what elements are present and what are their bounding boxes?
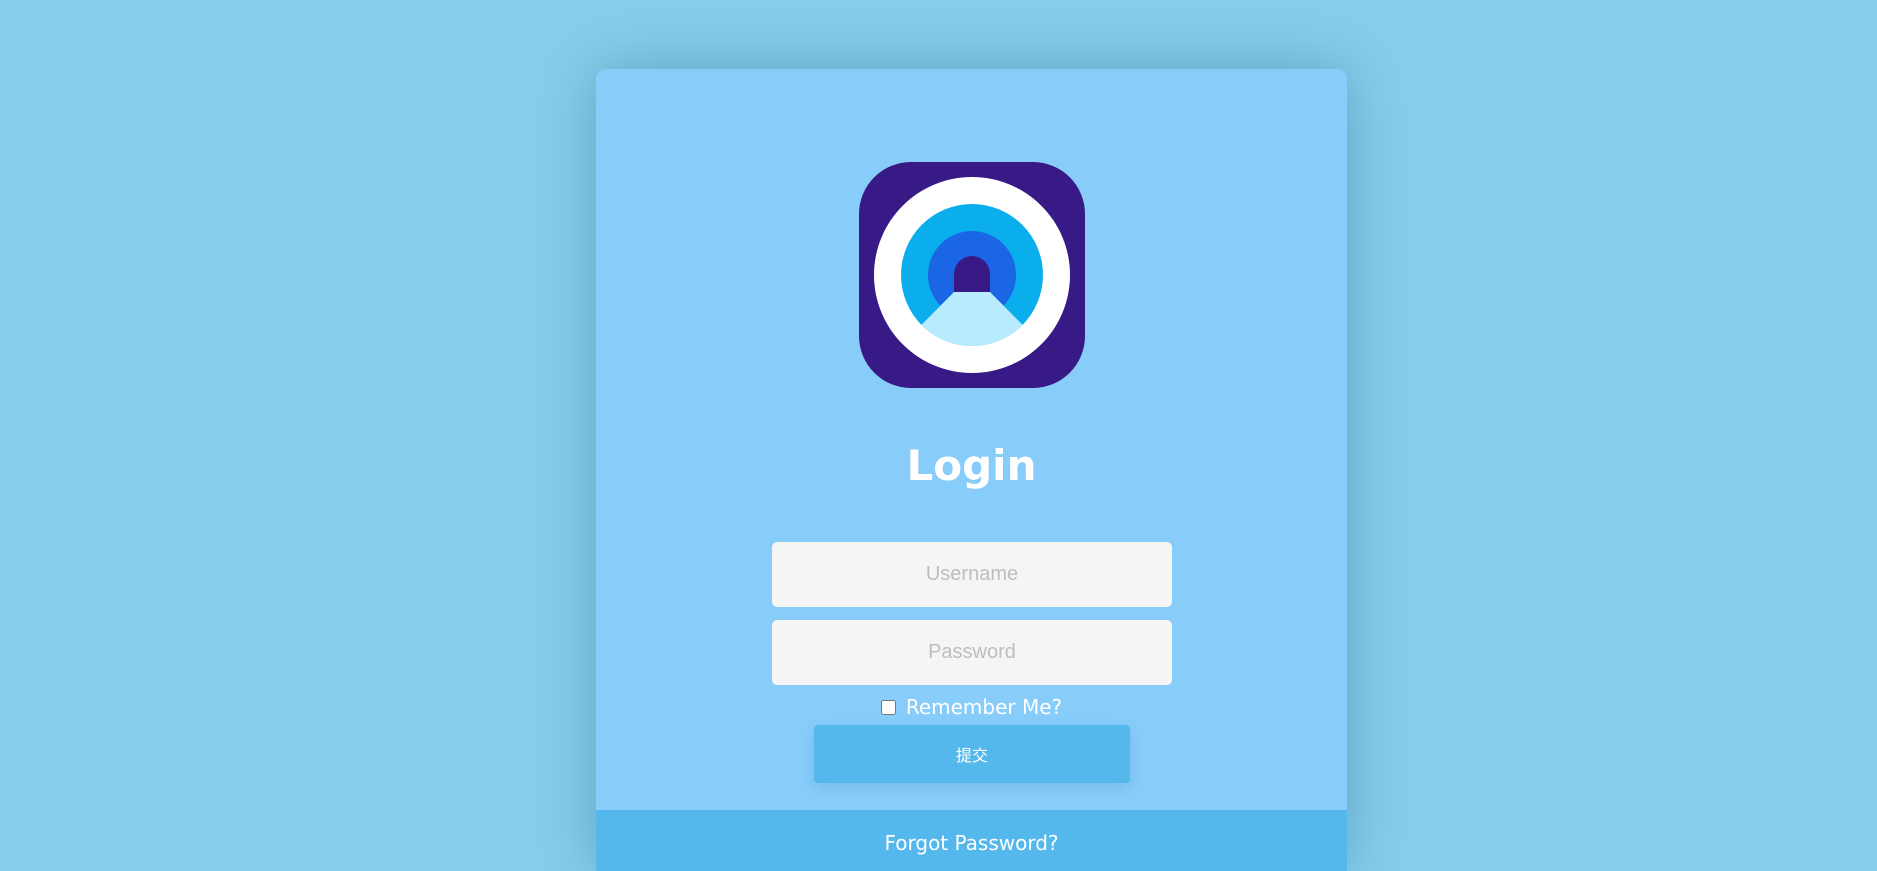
username-input[interactable] bbox=[772, 542, 1172, 607]
app-logo bbox=[859, 162, 1085, 388]
remember-me-label: Remember Me? bbox=[905, 695, 1063, 719]
submit-button[interactable]: 提交 bbox=[814, 725, 1130, 783]
card-footer: Forgot Password? bbox=[596, 810, 1347, 871]
page-title: Login bbox=[906, 441, 1037, 490]
login-card: Login Remember Me? 提交 Forgot Password? bbox=[596, 69, 1347, 871]
login-page: Login Remember Me? 提交 Forgot Password? bbox=[0, 0, 1877, 871]
remember-me-checkbox[interactable] bbox=[880, 699, 896, 715]
forgot-password-link[interactable]: Forgot Password? bbox=[596, 828, 1347, 858]
tunnel-logo-icon bbox=[874, 177, 1070, 373]
remember-me-row[interactable]: Remember Me? bbox=[596, 692, 1347, 722]
password-input[interactable] bbox=[772, 620, 1172, 685]
